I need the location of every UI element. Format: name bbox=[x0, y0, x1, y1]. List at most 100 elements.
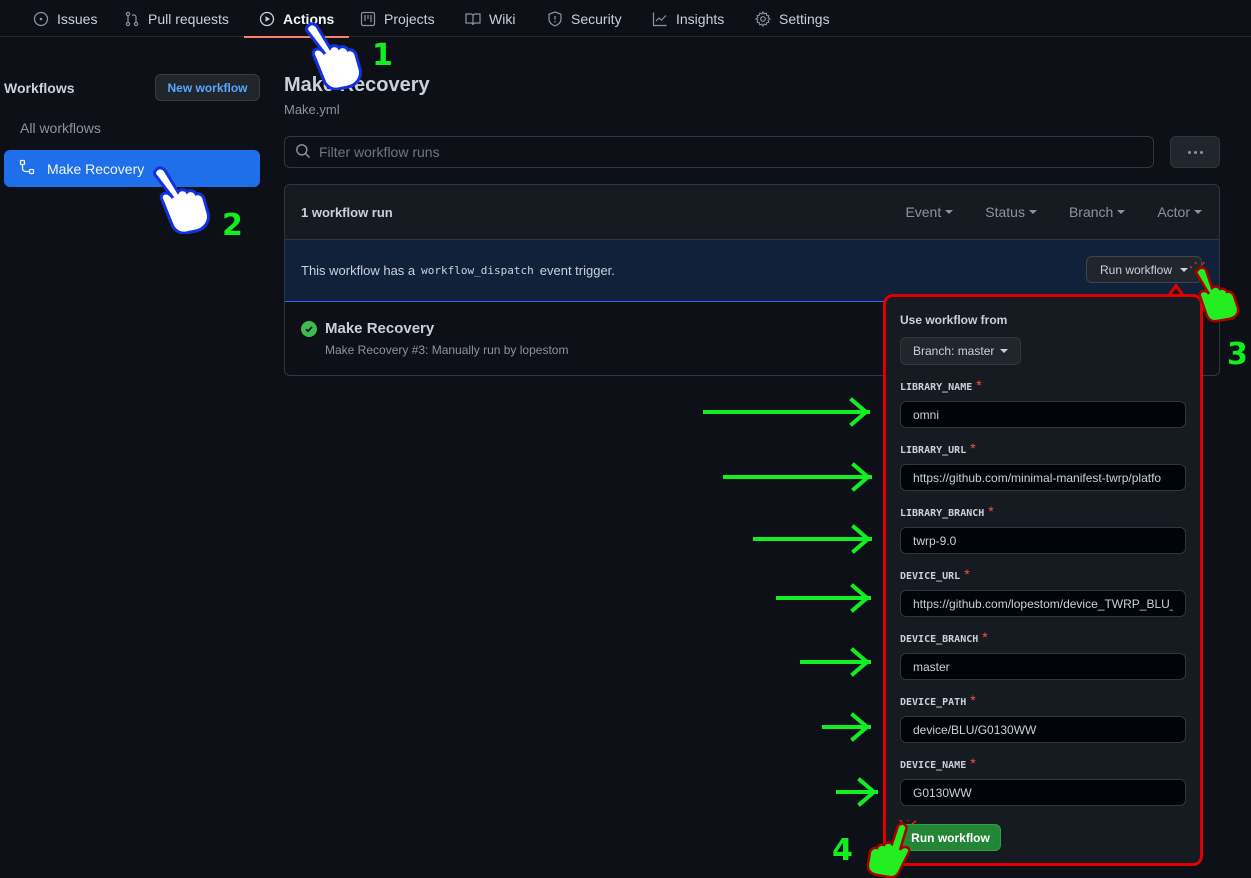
status-filter-menu[interactable]: Status bbox=[985, 204, 1037, 220]
device-name-input[interactable] bbox=[900, 779, 1186, 806]
required-mark: * bbox=[964, 566, 970, 582]
field-label: DEVICE_URL bbox=[900, 571, 961, 582]
pointing-hand-icon bbox=[866, 820, 917, 878]
actor-filter-menu[interactable]: Actor bbox=[1157, 204, 1202, 220]
pointing-hand-icon bbox=[305, 22, 362, 90]
tab-projects[interactable]: Projects bbox=[360, 0, 435, 37]
field-device-branch: DEVICE_BRANCH * bbox=[900, 629, 1186, 680]
field-label: LIBRARY_NAME bbox=[900, 382, 973, 393]
use-workflow-from-label: Use workflow from bbox=[900, 313, 1008, 327]
panel-pointer bbox=[1168, 283, 1184, 294]
caret-down-icon bbox=[1000, 349, 1009, 353]
tab-issues[interactable]: Issues bbox=[33, 0, 97, 37]
filter-runs-field[interactable] bbox=[284, 136, 1154, 168]
sidebar-title: Workflows bbox=[4, 80, 75, 96]
arrow-icon bbox=[703, 397, 870, 427]
tab-wiki[interactable]: Wiki bbox=[465, 0, 515, 37]
tab-security[interactable]: Security bbox=[547, 0, 622, 37]
new-workflow-button[interactable]: New workflow bbox=[155, 74, 260, 101]
runs-count: 1 workflow run bbox=[301, 204, 393, 220]
device-branch-input[interactable] bbox=[900, 653, 1186, 680]
play-circle-icon bbox=[259, 11, 275, 27]
arrow-icon bbox=[800, 647, 871, 677]
required-mark: * bbox=[976, 377, 982, 393]
tab-label: Pull requests bbox=[148, 10, 229, 27]
field-device-path: DEVICE_PATH * bbox=[900, 692, 1186, 743]
field-label: DEVICE_BRANCH bbox=[900, 634, 979, 645]
branch-filter-menu[interactable]: Branch bbox=[1068, 204, 1126, 220]
sidebar-item-make-recovery[interactable]: Make Recovery bbox=[4, 150, 260, 187]
tab-insights[interactable]: Insights bbox=[652, 0, 724, 37]
shield-icon bbox=[547, 10, 563, 27]
caret-down-icon bbox=[1028, 210, 1037, 214]
branch-select-button[interactable]: Branch: master bbox=[900, 337, 1022, 365]
kebab-dot bbox=[1193, 150, 1197, 154]
workflow-icon bbox=[19, 159, 35, 178]
kebab-dot bbox=[1199, 150, 1203, 154]
filter-label: Actor bbox=[1157, 204, 1190, 220]
kebab-dot bbox=[1187, 150, 1191, 154]
run-title[interactable]: Make Recovery bbox=[325, 320, 434, 337]
caret-down-icon bbox=[945, 210, 954, 214]
arrow-icon bbox=[723, 462, 872, 492]
field-label: DEVICE_PATH bbox=[900, 697, 967, 708]
field-device-name: DEVICE_NAME * bbox=[900, 755, 1186, 806]
gear-icon bbox=[755, 10, 771, 27]
field-label: LIBRARY_BRANCH bbox=[900, 508, 985, 519]
event-filter-menu[interactable]: Event bbox=[905, 204, 954, 220]
tab-label: Settings bbox=[779, 10, 830, 27]
book-icon bbox=[465, 11, 481, 27]
tab-label: Security bbox=[571, 10, 622, 27]
caret-down-icon bbox=[1194, 210, 1202, 214]
dispatch-text-suffix: event trigger. bbox=[539, 263, 615, 278]
pointing-hand-icon bbox=[153, 166, 210, 234]
tab-pull-requests[interactable]: Pull requests bbox=[124, 0, 229, 37]
device-url-input[interactable] bbox=[900, 590, 1186, 617]
library-url-input[interactable] bbox=[900, 464, 1186, 491]
field-device-url: DEVICE_URL * bbox=[900, 566, 1186, 617]
tab-label: Wiki bbox=[489, 10, 516, 27]
sidebar-item-label: Make Recovery bbox=[47, 160, 145, 177]
annotation-arrows bbox=[703, 397, 878, 807]
tab-settings[interactable]: Settings bbox=[755, 0, 830, 37]
required-mark: * bbox=[982, 629, 988, 645]
field-library-branch: LIBRARY_BRANCH * bbox=[900, 503, 1186, 554]
step-number-4: 4 bbox=[832, 833, 853, 868]
step-number-2: 2 bbox=[222, 208, 243, 243]
required-mark: * bbox=[988, 503, 994, 519]
field-label: LIBRARY_URL bbox=[900, 445, 967, 456]
arrow-icon bbox=[822, 712, 871, 742]
field-library-name: LIBRARY_NAME * bbox=[900, 377, 1186, 428]
tab-label: Projects bbox=[384, 10, 435, 27]
arrow-icon bbox=[753, 524, 872, 554]
required-mark: * bbox=[970, 755, 976, 771]
button-label: Branch: master bbox=[913, 344, 995, 358]
arrow-icon bbox=[776, 583, 871, 613]
filter-label: Branch bbox=[1068, 204, 1114, 220]
tab-label: Issues bbox=[57, 10, 98, 27]
library-branch-input[interactable] bbox=[900, 527, 1186, 554]
device-path-input[interactable] bbox=[900, 716, 1186, 743]
dispatch-text-prefix: This workflow has a bbox=[301, 263, 416, 278]
success-check-icon bbox=[301, 320, 317, 337]
caret-down-icon bbox=[1180, 267, 1189, 272]
search-icon bbox=[295, 143, 311, 162]
pull-request-icon bbox=[124, 11, 140, 27]
sidebar-item-all-workflows[interactable]: All workflows bbox=[20, 120, 101, 136]
required-mark: * bbox=[970, 440, 976, 456]
dispatch-code: workflow_dispatch bbox=[421, 264, 534, 277]
run-workflow-dropdown-button[interactable]: Run workflow bbox=[1086, 256, 1202, 283]
caret-down-icon bbox=[1117, 210, 1126, 214]
filter-runs-input[interactable] bbox=[319, 144, 1119, 160]
step-number-1: 1 bbox=[372, 38, 393, 73]
library-name-input[interactable] bbox=[900, 401, 1186, 428]
issue-circle-icon bbox=[33, 11, 49, 27]
step-number-3: 3 bbox=[1227, 337, 1248, 372]
tab-label: Insights bbox=[676, 10, 725, 27]
repo-nav: Issues Pull requests Actions Projects Wi… bbox=[0, 0, 1251, 38]
workflow-filename[interactable]: Make.yml bbox=[284, 102, 340, 117]
filter-label: Status bbox=[985, 204, 1025, 220]
more-options-button[interactable] bbox=[1170, 136, 1220, 168]
run-workflow-panel: Use workflow from Branch: master LIBRARY… bbox=[883, 294, 1203, 866]
graph-icon bbox=[652, 11, 668, 27]
